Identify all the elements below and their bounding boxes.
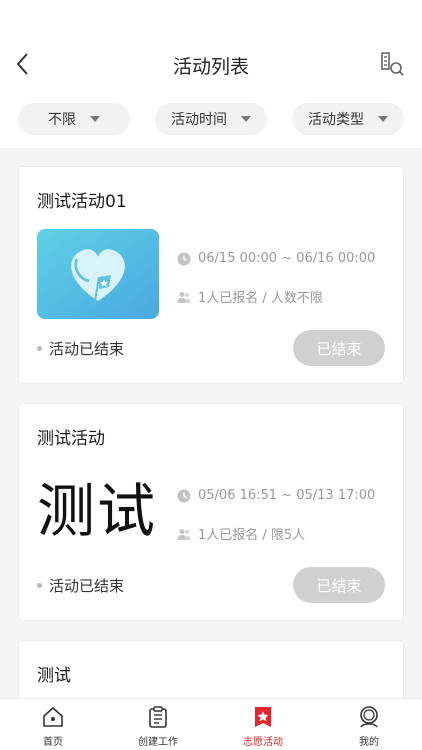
clock-icon <box>177 489 191 502</box>
activity-time: 06/15 00:00 ~ 06/16 00:00 <box>177 251 375 266</box>
filter-label: 活动类型 <box>308 112 364 128</box>
profile-icon <box>360 706 378 728</box>
activity-status: 活动已结束 <box>37 338 124 359</box>
ended-button[interactable]: 已结束 <box>293 567 385 603</box>
ended-button[interactable]: 已结束 <box>293 330 385 366</box>
tab-volunteer-activities[interactable]: 志愿活动 <box>223 705 303 749</box>
tab-label: 首页 <box>43 737 63 748</box>
filter-label: 活动时间 <box>171 112 227 128</box>
activity-signup-text: 1人已报名 / 人数不限 <box>198 291 323 306</box>
activity-title: 测试活动 <box>37 429 105 449</box>
filter-bar: 不限 活动时间 活动类型 <box>0 103 422 135</box>
nav-bar: 活动列表 <box>0 40 422 90</box>
tab-profile[interactable]: 我的 <box>329 705 409 749</box>
activity-card[interactable]: 测试活动01 06/15 00:00 ~ 06/16 00:00 1人已报名 /… <box>18 166 404 384</box>
activity-title: 测试 <box>37 666 71 686</box>
tab-label: 志愿活动 <box>243 737 283 748</box>
activity-title: 测试活动01 <box>37 192 127 212</box>
activity-time-text: 06/15 00:00 ~ 06/16 00:00 <box>198 251 376 266</box>
activity-status-text: 活动已结束 <box>49 577 125 595</box>
activity-signup: 1人已报名 / 限5人 <box>177 524 305 543</box>
activity-thumbnail: 测试 <box>37 466 159 556</box>
filter-label: 不限 <box>48 112 76 128</box>
tab-home[interactable]: 首页 <box>13 705 93 749</box>
activity-signup: 1人已报名 / 人数不限 <box>177 287 323 306</box>
activity-card[interactable]: 测试活动 测试 05/06 16:51 ~ 05/13 17:00 1人已报名 … <box>18 403 404 621</box>
activity-status: 活动已结束 <box>37 575 124 596</box>
activity-thumbnail-text: 测试 <box>37 477 158 545</box>
caret-down-icon <box>378 116 388 122</box>
tab-create-work[interactable]: 创建工作 <box>118 705 198 749</box>
caret-down-icon <box>241 116 251 122</box>
people-icon <box>177 528 191 540</box>
clipboard-icon <box>149 706 167 728</box>
tab-label: 我的 <box>359 737 379 748</box>
tab-label: 创建工作 <box>138 737 178 748</box>
volunteer-star-icon <box>255 707 271 727</box>
status-dot <box>37 346 42 351</box>
filter-time-dropdown[interactable]: 活动时间 <box>155 103 267 135</box>
status-dot <box>37 583 42 588</box>
top-bar: 活动列表 不限 活动时间 活动类型 <box>0 0 422 148</box>
list-search-icon <box>381 52 404 76</box>
activity-time-text: 05/06 16:51 ~ 05/13 17:00 <box>198 488 376 503</box>
filter-type-dropdown[interactable]: 活动类型 <box>292 103 404 135</box>
activity-thumbnail <box>37 229 159 319</box>
filter-scope-dropdown[interactable]: 不限 <box>18 103 130 135</box>
people-icon <box>177 291 191 303</box>
activity-time: 05/06 16:51 ~ 05/13 17:00 <box>177 488 375 503</box>
activity-status-text: 活动已结束 <box>49 340 125 358</box>
activity-signup-text: 1人已报名 / 限5人 <box>198 528 306 543</box>
page-title: 活动列表 <box>172 56 249 78</box>
clock-icon <box>177 252 191 265</box>
list-search-button[interactable] <box>378 50 406 78</box>
bottom-tab-bar: 首页 创建工作 志愿活动 我的 <box>0 698 422 750</box>
home-icon <box>43 707 63 727</box>
caret-down-icon <box>90 116 100 122</box>
volunteer-heart-image <box>37 229 159 319</box>
